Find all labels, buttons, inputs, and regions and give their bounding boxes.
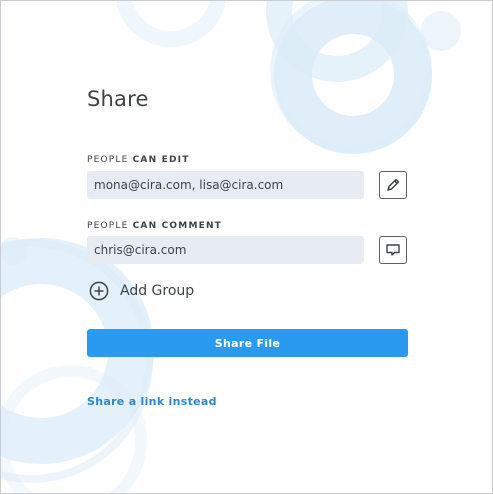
add-group-label: Add Group — [120, 283, 195, 299]
share-dialog: Share PEOPLE CAN EDIT PEOPLE CAN COMMENT — [0, 0, 493, 494]
can-edit-label-prefix: PEOPLE — [87, 155, 129, 165]
can-edit-label: PEOPLE CAN EDIT — [87, 155, 190, 165]
comment-icon — [386, 244, 400, 256]
plus-circle-icon — [89, 281, 109, 301]
can-edit-label-emphasis: CAN EDIT — [132, 155, 190, 165]
can-comment-label-emphasis: CAN COMMENT — [132, 221, 223, 231]
add-group-button[interactable]: Add Group — [89, 280, 194, 302]
pencil-icon — [387, 178, 400, 191]
can-comment-label: PEOPLE CAN COMMENT — [87, 221, 222, 231]
share-file-button[interactable]: Share File — [87, 329, 408, 357]
dialog-title: Share — [87, 87, 149, 111]
comment-permission-button[interactable] — [379, 236, 407, 264]
can-edit-field[interactable] — [87, 171, 364, 199]
edit-permission-button[interactable] — [379, 171, 407, 199]
can-comment-label-prefix: PEOPLE — [87, 221, 129, 231]
share-link-instead-link[interactable]: Share a link instead — [87, 395, 217, 408]
can-comment-field[interactable] — [87, 236, 364, 264]
